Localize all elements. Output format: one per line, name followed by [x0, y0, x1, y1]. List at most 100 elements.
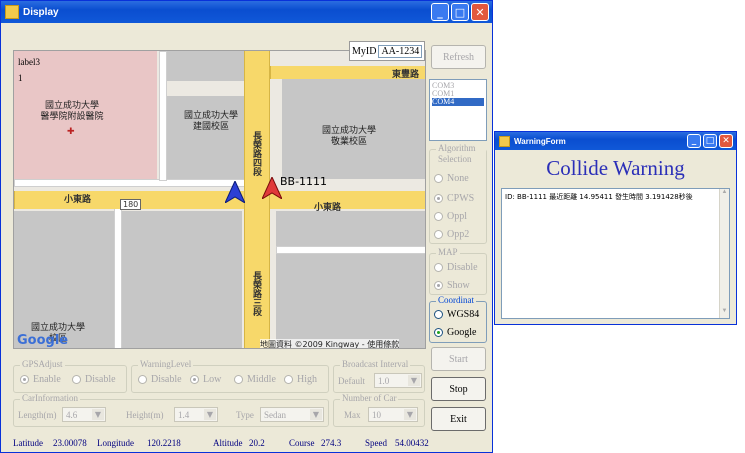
myid-input[interactable]: AA-1234	[378, 44, 423, 58]
status-bar: Latitude 23.00078 Longitude 120.2218 Alt…	[1, 435, 492, 452]
stop-button[interactable]: Stop	[431, 377, 486, 401]
map-group: MAP Disable Show	[429, 247, 487, 295]
warning-textbox[interactable]: ID: BB-1111 最近距離 14.95411 發生時間 3.191428秒…	[501, 188, 730, 319]
radio-label: Disable	[85, 374, 116, 385]
car-info-group: CarInformation Length(m) 4.6 ▼ Height(m) …	[13, 393, 329, 427]
broadcast-label: Default	[338, 376, 365, 386]
warning-message: ID: BB-1111 最近距離 14.95411 發生時間 3.191428秒…	[505, 193, 693, 201]
radio-circle	[434, 194, 443, 203]
scroll-down-icon[interactable]: ▼	[720, 308, 729, 318]
gps-enable-radio[interactable]: Enable	[20, 374, 61, 385]
start-button[interactable]: Start	[431, 347, 486, 371]
google-logo: Google	[17, 333, 69, 348]
coord-google-radio[interactable]: Google	[434, 327, 476, 338]
radio-label: WGS84	[447, 309, 480, 320]
broadcast-legend: Broadcast Interval	[340, 359, 411, 370]
myid-label: MyID	[352, 45, 377, 57]
course-value: 274.3	[321, 438, 342, 448]
road-minor-4	[276, 246, 425, 254]
road-label-vertical-2: 長榮路三段	[251, 271, 261, 316]
numcar-select[interactable]: 10 ▼	[368, 407, 418, 422]
numcar-value: 10	[372, 409, 381, 420]
warn-high-radio[interactable]: High	[284, 374, 317, 385]
radio-label: Disable	[151, 374, 182, 385]
radio-label: High	[297, 374, 317, 385]
speed-label: Speed	[365, 438, 387, 448]
scroll-up-icon[interactable]: ▲	[720, 189, 729, 199]
own-vehicle-marker-icon[interactable]	[225, 181, 245, 203]
scrollbar[interactable]: ▲ ▼	[719, 189, 729, 318]
block-s	[122, 211, 242, 348]
maximize-icon[interactable]: □	[703, 134, 717, 148]
numcar-label: Max	[344, 410, 361, 420]
height-select[interactable]: 1.4 ▼	[174, 407, 218, 422]
type-value: Sedan	[264, 409, 286, 420]
chevron-down-icon: ▼	[404, 409, 416, 420]
close-icon[interactable]: ✕	[719, 134, 733, 148]
app-icon	[499, 135, 510, 147]
close-icon[interactable]: ✕	[471, 3, 489, 21]
label3: label3	[18, 57, 40, 67]
map-copyright[interactable]: 地圖資料 ©2009 Kingway - 使用條款	[260, 339, 400, 348]
chevron-down-icon: ▼	[204, 409, 216, 420]
coordinate-group: Coordinat WGS84 Google	[429, 295, 487, 343]
length-value: 4.6	[66, 409, 78, 420]
gps-adjust-group: GPSAdjust Enable Disable	[13, 359, 127, 393]
algo-cpws-radio[interactable]: CPWS	[434, 193, 474, 204]
minimize-icon[interactable]: _	[687, 134, 701, 148]
exit-button[interactable]: Exit	[431, 407, 486, 431]
campus-block-2	[166, 96, 256, 181]
warning-title-bar[interactable]: WarningForm _ □ ✕	[495, 132, 736, 150]
broadcast-value: 1.0	[378, 375, 390, 386]
radio-circle	[20, 375, 29, 384]
warn-disable-radio[interactable]: Disable	[138, 374, 182, 385]
radio-circle	[434, 263, 443, 272]
length-label: Length(m)	[18, 410, 57, 420]
broadcast-group: Broadcast Interval Default 1.0 ▼	[333, 359, 425, 393]
radio-label: Show	[447, 280, 470, 291]
longitude-label: Longitude	[97, 438, 134, 448]
place-jingye: 國立成功大學 敬業校區	[321, 126, 376, 147]
title-bar[interactable]: Display _ □ ✕	[1, 1, 492, 23]
radio-circle	[234, 375, 243, 384]
radio-circle	[138, 375, 147, 384]
algo-none-radio[interactable]: None	[434, 173, 469, 184]
radio-label: Middle	[247, 374, 276, 385]
broadcast-select[interactable]: 1.0 ▼	[374, 373, 422, 388]
coord-wgs84-radio[interactable]: WGS84	[434, 309, 479, 320]
port-listbox[interactable]: COM3 COM1 COM4	[429, 79, 487, 141]
warn-low-radio[interactable]: Low	[190, 374, 221, 385]
longitude-value: 120.2218	[147, 438, 181, 448]
radio-label: Google	[447, 327, 477, 338]
road-label-vertical: 長榮路四段	[251, 131, 261, 176]
num-car-group: Number of Car Max 10 ▼	[333, 393, 425, 427]
route-number: 180	[120, 199, 142, 210]
window-title: Display	[23, 6, 59, 18]
chevron-down-icon: ▼	[92, 409, 104, 420]
type-label: Type	[236, 410, 254, 420]
warn-middle-radio[interactable]: Middle	[234, 374, 276, 385]
warning-legend: WarningLevel	[138, 359, 194, 370]
map-disable-radio[interactable]: Disable	[434, 262, 478, 273]
latitude-value: 23.00078	[53, 438, 87, 448]
refresh-button[interactable]: Refresh	[431, 45, 486, 69]
course-label: Course	[289, 438, 315, 448]
algo-opp1-radio[interactable]: Oppl	[434, 211, 467, 222]
hospital-icon: ✚	[67, 127, 75, 137]
other-vehicle-marker-icon[interactable]	[262, 177, 282, 199]
place-hospital: 國立成功大學 醫學院附設醫院	[40, 101, 104, 122]
port-item-selected[interactable]: COM4	[432, 98, 484, 106]
algo-opp2-radio[interactable]: Opp2	[434, 229, 469, 240]
gps-disable-radio[interactable]: Disable	[72, 374, 116, 385]
chevron-down-icon: ▼	[310, 409, 322, 420]
radio-label: Opp2	[447, 229, 470, 240]
radio-circle	[434, 281, 443, 290]
radio-label: None	[447, 173, 469, 184]
algorithm-legend: Algorithm Selection	[436, 143, 486, 165]
maximize-icon[interactable]: □	[451, 3, 469, 21]
length-select[interactable]: 4.6 ▼	[62, 407, 106, 422]
type-select[interactable]: Sedan ▼	[260, 407, 324, 422]
map-view[interactable]: 東豐路 小東路 小東路 長榮路四段 長榮路三段 180 國立成功大學 醫學院附設…	[13, 50, 426, 349]
minimize-icon[interactable]: _	[431, 3, 449, 21]
map-show-radio[interactable]: Show	[434, 280, 470, 291]
